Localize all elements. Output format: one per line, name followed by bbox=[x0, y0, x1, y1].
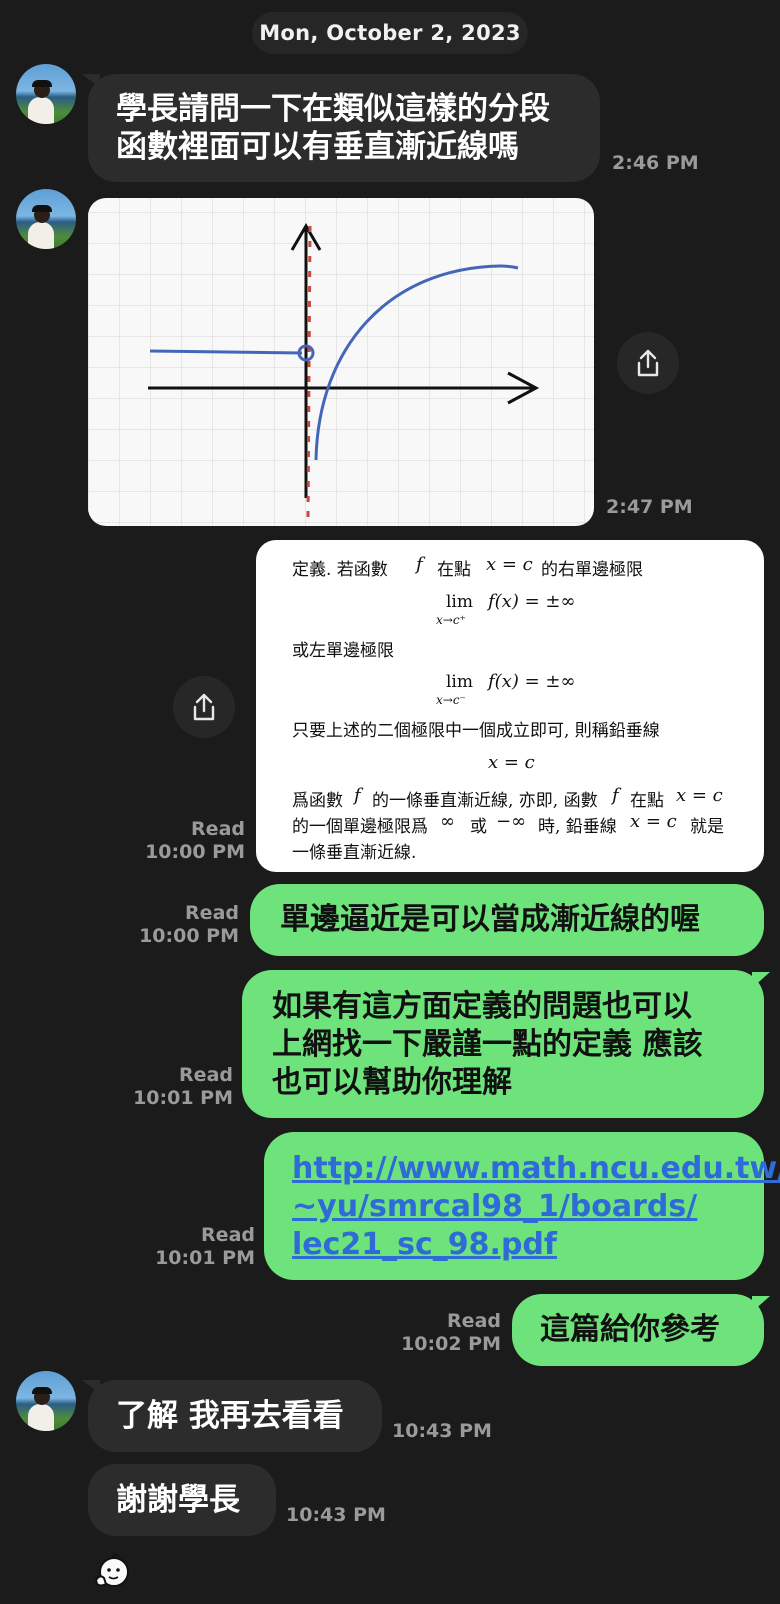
doc-math: x = c bbox=[676, 785, 723, 806]
message-text: 如果有這方面定義的問題也可以 bbox=[272, 989, 692, 1024]
image-message-graph[interactable] bbox=[88, 198, 594, 526]
incoming-message-bubble[interactable]: 謝謝學長 bbox=[88, 1464, 276, 1536]
message-text: 上網找一下嚴謹一點的定義 應該 bbox=[272, 1027, 703, 1062]
doc-text: 的右單邊極限 bbox=[541, 560, 643, 580]
avatar[interactable] bbox=[16, 64, 76, 124]
doc-math: f bbox=[354, 785, 361, 806]
share-icon bbox=[193, 693, 215, 721]
message-time: 10:43 PM bbox=[286, 1504, 386, 1526]
message-time: 10:00 PM bbox=[139, 925, 239, 947]
read-label: Read bbox=[191, 818, 245, 840]
image-message-definition[interactable]: 定義. 若函數 f 在點 x = c 的右單邊極限 lim f(x) = ±∞ … bbox=[256, 540, 764, 872]
doc-text: 只要上述的二個極限中一個成立即可, 則稱鉛垂線 bbox=[292, 721, 660, 741]
doc-math: x→c⁺ bbox=[436, 613, 466, 627]
message-text: 單邊逼近是可以當成漸近線的喔 bbox=[280, 902, 700, 937]
doc-math: −∞ bbox=[496, 811, 527, 832]
message-text: 了解 我再去看看 bbox=[116, 1398, 344, 1434]
message-text: 謝謝學長 bbox=[116, 1482, 240, 1518]
message-time: 2:47 PM bbox=[606, 496, 693, 518]
doc-math: f(x) = ±∞ bbox=[488, 591, 576, 612]
avatar[interactable] bbox=[16, 189, 76, 249]
outgoing-message-bubble[interactable]: 如果有這方面定義的問題也可以 上網找一下嚴謹一點的定義 應該 也可以幫助你理解 bbox=[242, 970, 764, 1118]
doc-math: f bbox=[612, 785, 619, 806]
message-time: 2:46 PM bbox=[612, 152, 699, 174]
read-receipt: Read 10:00 PM bbox=[134, 902, 239, 948]
doc-math: ∞ bbox=[440, 811, 455, 832]
message-time: 10:01 PM bbox=[133, 1087, 233, 1109]
url-link[interactable]: lec21_sc_98.pdf bbox=[292, 1226, 736, 1264]
read-receipt: Read 10:01 PM bbox=[128, 1064, 233, 1110]
message-text: 也可以幫助你理解 bbox=[272, 1065, 512, 1100]
message-text: 這篇給你參考 bbox=[540, 1312, 720, 1347]
doc-text: 時, 鉛垂線 bbox=[538, 817, 617, 837]
message-time: 10:00 PM bbox=[145, 841, 245, 863]
doc-text: 或左單邊極限 bbox=[292, 641, 394, 661]
doc-text: lim bbox=[446, 672, 473, 692]
doc-math: x = c bbox=[488, 752, 535, 773]
doc-text: 在點 bbox=[437, 560, 471, 580]
doc-math: x→c⁻ bbox=[436, 693, 466, 707]
outgoing-message-bubble[interactable]: 這篇給你參考 bbox=[512, 1294, 764, 1366]
doc-text: 的一個單邊極限爲 bbox=[292, 817, 428, 837]
message-time: 10:43 PM bbox=[392, 1420, 492, 1442]
date-separator: Mon, October 2, 2023 bbox=[252, 12, 528, 54]
doc-text: 或 bbox=[470, 817, 487, 837]
read-receipt: Read 10:00 PM bbox=[140, 818, 245, 864]
doc-text: 定義. 若函數 bbox=[292, 560, 388, 580]
url-link[interactable]: ~yu/smrcal98_1/boards/ bbox=[292, 1188, 736, 1226]
piecewise-function-graph bbox=[88, 198, 594, 526]
read-label: Read bbox=[201, 1224, 255, 1246]
doc-math: x = c bbox=[486, 554, 533, 575]
doc-text: 在點 bbox=[630, 791, 664, 811]
read-label: Read bbox=[447, 1310, 501, 1332]
doc-text: 的一條垂直漸近線, 亦即, 函數 bbox=[372, 791, 598, 811]
share-button[interactable] bbox=[173, 676, 235, 738]
doc-text: 爲函數 bbox=[292, 791, 343, 811]
read-receipt: Read 10:01 PM bbox=[150, 1224, 255, 1270]
read-receipt: Read 10:02 PM bbox=[396, 1310, 501, 1356]
avatar[interactable] bbox=[16, 1371, 76, 1431]
message-time: 10:02 PM bbox=[401, 1333, 501, 1355]
doc-math: f(x) = ±∞ bbox=[488, 671, 576, 692]
read-label: Read bbox=[179, 1064, 233, 1086]
read-label: Read bbox=[185, 902, 239, 924]
share-icon bbox=[637, 349, 659, 377]
outgoing-link-bubble[interactable]: http://www.math.ncu.edu.tw/ ~yu/smrcal98… bbox=[264, 1132, 780, 1280]
incoming-message-bubble[interactable]: 了解 我再去看看 bbox=[88, 1380, 382, 1452]
doc-text: lim bbox=[446, 592, 473, 612]
message-text: 函數裡面可以有垂直漸近線嗎 bbox=[116, 129, 519, 165]
share-button[interactable] bbox=[617, 332, 679, 394]
doc-text: 就是 bbox=[690, 817, 724, 837]
message-time: 10:01 PM bbox=[155, 1247, 255, 1269]
message-text: 學長請問一下在類似這樣的分段 bbox=[116, 91, 550, 127]
sticker-face-icon[interactable] bbox=[92, 1552, 132, 1592]
doc-math: f bbox=[416, 554, 423, 575]
doc-text: 一條垂直漸近線. bbox=[292, 843, 417, 863]
doc-math: x = c bbox=[630, 811, 677, 832]
outgoing-message-bubble[interactable]: 單邊逼近是可以當成漸近線的喔 bbox=[250, 884, 764, 956]
incoming-message-bubble[interactable]: 學長請問一下在類似這樣的分段 函數裡面可以有垂直漸近線嗎 bbox=[88, 74, 600, 182]
url-link[interactable]: http://www.math.ncu.edu.tw/ bbox=[292, 1150, 780, 1188]
